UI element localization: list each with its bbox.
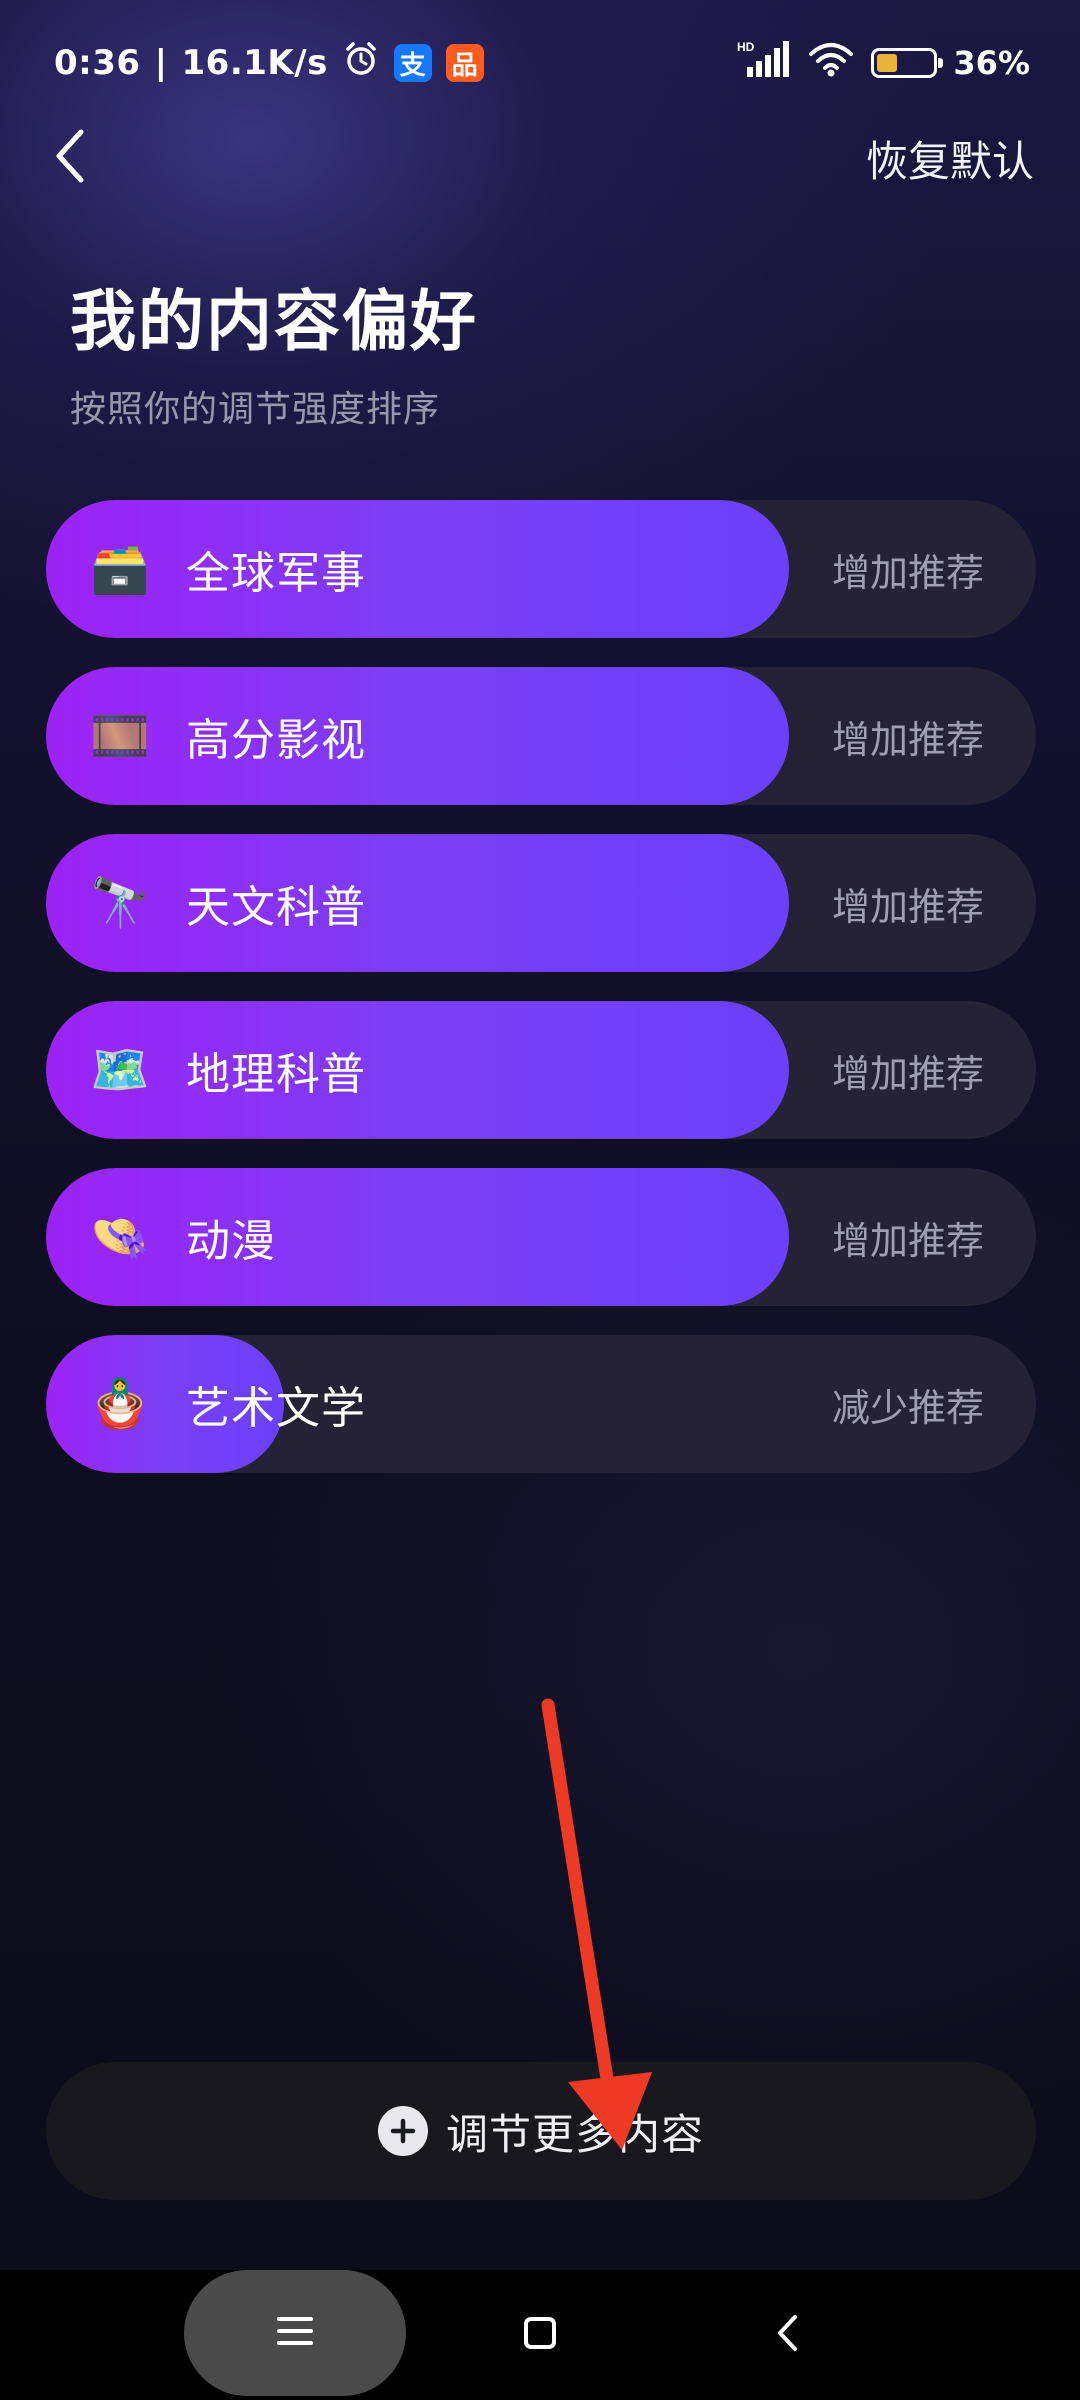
adjust-more-label: 调节更多内容: [445, 2109, 704, 2159]
preference-action-label: 增加推荐: [831, 1051, 984, 1096]
preference-strength-fill[interactable]: [46, 500, 789, 638]
preference-row[interactable]: 🎞️ 高分影视 增加推荐: [46, 667, 1036, 805]
preference-label: 天文科普: [186, 882, 366, 933]
preference-strength-fill[interactable]: [46, 1001, 789, 1139]
preference-action-label: 增加推荐: [831, 717, 984, 762]
preference-label: 全球军事: [186, 548, 366, 599]
preference-action-label: 增加推荐: [831, 550, 984, 595]
preference-strength-fill[interactable]: [46, 667, 789, 805]
network-speed: 16.1K/s: [181, 43, 328, 83]
back-button[interactable]: [36, 118, 106, 198]
nav-home-button[interactable]: [510, 2270, 570, 2400]
battery-percent: 36%: [953, 44, 1030, 82]
battery-icon: [871, 48, 944, 78]
preference-list: 🗃️ 全球军事 增加推荐 🎞️ 高分影视 增加推荐 🔭 天文科普 增加推荐 🗺️ 地理科普 增加推荐 👒…: [46, 500, 1036, 1502]
menu-icon: [277, 2316, 313, 2350]
preference-row[interactable]: 👒 动漫 增加推荐: [46, 1168, 1036, 1306]
preference-row[interactable]: 🪆 艺术文学 减少推荐: [46, 1335, 1036, 1473]
home-square-icon: [523, 2316, 557, 2354]
preference-action-label: 减少推荐: [831, 1385, 984, 1430]
preference-strength-fill[interactable]: [46, 834, 789, 972]
nav-menu-button[interactable]: [184, 2270, 406, 2396]
card-file-box-icon: 🗃️: [90, 541, 150, 597]
adjust-more-content-button[interactable]: 调节更多内容: [46, 2062, 1036, 2200]
taobao-icon: 品: [445, 44, 484, 82]
status-right: HD 36%: [737, 36, 1030, 90]
nesting-doll-icon: 🪆: [90, 1376, 150, 1432]
film-frames-icon: 🎞️: [90, 708, 150, 764]
status-time: 0:36: [54, 43, 141, 83]
straw-hat-icon: 👒: [90, 1209, 150, 1265]
plus-circle-icon: [377, 2106, 428, 2156]
nav-back-icon: [775, 2313, 801, 2357]
preference-strength-fill[interactable]: [46, 1168, 789, 1306]
back-chevron-icon: [51, 126, 91, 190]
preference-action-label: 增加推荐: [831, 1218, 984, 1263]
preference-row[interactable]: 🔭 天文科普 增加推荐: [46, 834, 1036, 972]
page-title: 我的内容偏好: [70, 283, 478, 360]
wifi-icon: [807, 40, 855, 86]
preference-label: 动漫: [186, 1216, 276, 1267]
preference-label: 高分影视: [186, 715, 366, 766]
alarm-clock-icon: [342, 40, 380, 87]
preference-row[interactable]: 🗃️ 全球军事 增加推荐: [46, 500, 1036, 638]
signal-hd-label: HD: [737, 40, 755, 54]
status-bar: 0:36 | 16.1K/s 支 品 HD 36%: [0, 0, 1080, 128]
status-divider: |: [154, 43, 168, 83]
signal-icon: HD: [737, 39, 791, 87]
preference-row[interactable]: 🗺️ 地理科普 增加推荐: [46, 1001, 1036, 1139]
telescope-icon: 🔭: [90, 875, 150, 931]
status-left: 0:36 | 16.1K/s 支 品: [54, 36, 484, 90]
preference-label: 地理科普: [186, 1049, 366, 1100]
battery-fill: [877, 54, 897, 72]
alipay-icon: 支: [393, 44, 432, 82]
preference-label: 艺术文学: [186, 1383, 366, 1434]
page-subtitle: 按照你的调节强度排序: [70, 389, 441, 430]
reset-default-button[interactable]: 恢复默认: [866, 126, 1034, 190]
preference-action-label: 增加推荐: [831, 884, 984, 929]
world-map-icon: 🗺️: [90, 1042, 150, 1098]
navigation-bar: [0, 2270, 1080, 2400]
nav-back-button[interactable]: [758, 2270, 818, 2400]
